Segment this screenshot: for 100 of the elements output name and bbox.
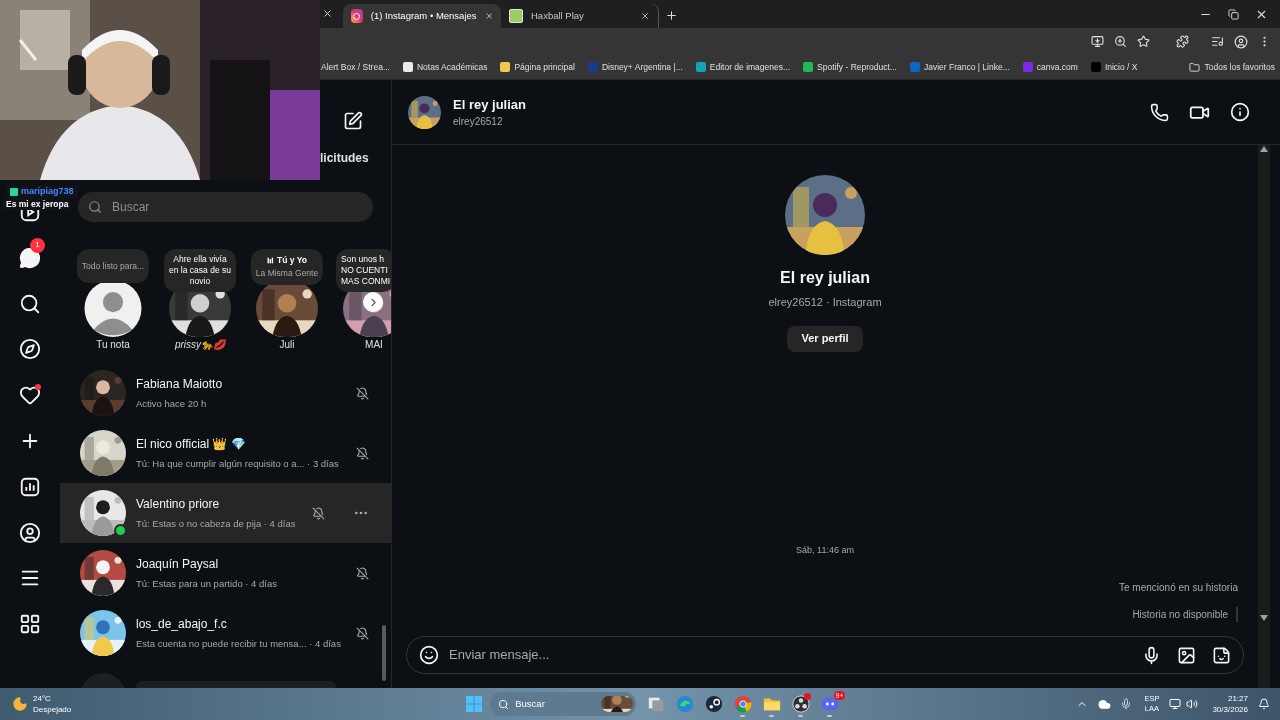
song-artist: La Misma Gente xyxy=(255,266,319,280)
scroll-down-icon[interactable] xyxy=(1260,615,1268,621)
network-icon[interactable] xyxy=(1169,698,1182,710)
app-icon[interactable] xyxy=(704,695,723,713)
scrollbar[interactable] xyxy=(1258,145,1270,688)
weather-temperature[interactable]: 24°C xyxy=(33,693,72,704)
close-icon[interactable] xyxy=(1255,8,1268,21)
note-text: Ahre ella vivía xyxy=(173,254,227,265)
note-text: en la casa de su xyxy=(169,265,231,276)
note-bubble[interactable]: Son unos h NO CUENTI MAS CONMI xyxy=(336,249,391,292)
close-icon[interactable] xyxy=(640,11,650,21)
bookmark[interactable]: Notas Académicas xyxy=(403,60,488,74)
story-mention-label: Te mencionó en su historia xyxy=(1119,581,1238,595)
apps-icon[interactable] xyxy=(19,613,41,636)
user-icon xyxy=(10,187,18,196)
contact-name: los_de_abajo_f.c xyxy=(136,615,228,633)
requests-tab[interactable]: licitudes xyxy=(320,149,391,167)
message-timestamp: Sáb, 11:46 am xyxy=(796,543,854,557)
emoji-icon[interactable] xyxy=(419,645,439,665)
close-icon[interactable] xyxy=(484,11,493,21)
app-icon[interactable] xyxy=(791,695,810,713)
scrollbar-thumb[interactable] xyxy=(382,625,386,681)
taskbar-search-input[interactable]: Buscar xyxy=(515,696,586,712)
compass-icon[interactable] xyxy=(19,338,41,361)
new-tab-icon[interactable] xyxy=(665,9,678,22)
volume-icon[interactable] xyxy=(1186,698,1199,710)
bookmark[interactable]: Spotify - Reproduct... xyxy=(803,60,897,74)
note-text: novio xyxy=(189,276,211,287)
favicon-icon xyxy=(509,9,523,23)
conversation-item[interactable]: Valentino priore Tú: Estas o no cabeza de pija · 4 días xyxy=(60,483,391,543)
chat-username-text: maripiag738 xyxy=(21,185,74,198)
note-author: MAI xyxy=(365,338,383,352)
sticker-icon[interactable] xyxy=(1212,645,1231,665)
browser-tab[interactable]: (1) Instagram • Mensajes xyxy=(343,4,501,28)
bookmark[interactable]: canva.com xyxy=(1022,60,1078,74)
note-text: NO CUENTI xyxy=(341,265,388,276)
all-bookmarks-button[interactable]: Todos los favoritos xyxy=(1189,60,1275,74)
contact-name: Joaquín Paysal xyxy=(136,555,220,573)
zoom-icon[interactable] xyxy=(1114,35,1127,48)
search-bar[interactable]: Buscar xyxy=(78,192,373,222)
conversation-item[interactable]: Joaquín Paysal Tú: Estas para un partido · 4 días xyxy=(60,543,391,603)
heart-icon[interactable] xyxy=(19,384,41,407)
profile-icon[interactable] xyxy=(1234,34,1248,49)
bookmark[interactable]: Disney+ Argentina |... xyxy=(587,60,683,74)
note-bubble[interactable]: Todo listo para... xyxy=(76,249,150,283)
contact-name: Fabiana Maiotto xyxy=(136,375,224,393)
chart-icon[interactable] xyxy=(19,475,41,498)
bookmark[interactable]: Alert Box / Strea... xyxy=(321,60,390,74)
message-preview: Tú: Estas o no cabeza de pija · 4 días xyxy=(136,516,297,531)
extensions-icon[interactable] xyxy=(1176,35,1189,48)
running-indicator xyxy=(798,715,804,717)
image-icon[interactable] xyxy=(1177,645,1196,665)
cloud-icon[interactable] xyxy=(1098,697,1112,711)
media-icon[interactable] xyxy=(1211,35,1224,48)
message-preview: Activo hace 20 h xyxy=(136,396,208,411)
conversation-item[interactable]: El nico official 👑 💎 Tú: Ha que cumplir algún requisito o a... · 3 días xyxy=(60,423,391,483)
clock-date[interactable]: 30/3/2026 xyxy=(1212,704,1248,715)
messages-icon[interactable] xyxy=(19,246,41,269)
bookmark[interactable]: Javier Franco | Linke... xyxy=(909,60,1010,74)
search-icon xyxy=(498,698,510,710)
default-avatar-icon[interactable] xyxy=(82,280,144,337)
microphone-icon[interactable] xyxy=(1142,645,1161,665)
note-bubble[interactable]: Ahre ella vivía en la casa de su novio xyxy=(164,249,236,292)
folder-icon xyxy=(1189,61,1201,73)
conversation-item[interactable]: Fabiana Maiotto Activo hace 20 h xyxy=(60,363,391,423)
contact-name: Valentino priore xyxy=(136,495,221,513)
conversation-item[interactable]: los_de_abajo_f.c Esta cuenta no puede recibir tu mensa... · 4 días xyxy=(60,603,391,663)
compose-icon[interactable] xyxy=(343,111,363,131)
music-bars-icon xyxy=(267,256,275,264)
note-bubble[interactable]: Tú y Yo La Misma Gente xyxy=(250,249,324,285)
profile-subtitle: elrey26512 · Instagram xyxy=(768,295,882,310)
note-author: Tu nota xyxy=(96,338,130,352)
info-icon[interactable] xyxy=(1230,102,1250,122)
clock-time[interactable]: 21:27 xyxy=(1227,693,1248,704)
view-profile-button[interactable]: Ver perfil xyxy=(787,325,863,352)
message-field[interactable]: Enviar mensaje... xyxy=(449,645,1132,665)
search-icon xyxy=(88,200,102,214)
bookmark[interactable]: Página principal xyxy=(500,60,575,74)
camera-icon xyxy=(351,9,363,23)
close-icon[interactable] xyxy=(322,8,333,19)
install-icon[interactable] xyxy=(1091,35,1104,48)
chat-contact-name[interactable]: El rey julian xyxy=(453,94,1138,115)
taskbar-search-field[interactable]: Buscar xyxy=(490,692,637,716)
scroll-up-icon[interactable] xyxy=(1260,146,1268,152)
search-field[interactable]: Buscar xyxy=(112,198,363,216)
search-icon[interactable] xyxy=(19,292,41,315)
phone-icon[interactable] xyxy=(1150,102,1169,122)
bookmark-star-icon[interactable] xyxy=(1137,35,1150,48)
note-author: prissy🐆💋 xyxy=(174,338,226,352)
song-title: Tú y Yo xyxy=(277,254,307,267)
note-author: Juli xyxy=(279,338,295,352)
bookmark[interactable]: Inicio / X xyxy=(1090,60,1138,74)
note-text: Son unos h xyxy=(341,254,384,265)
message-preview: Tú: Ha que cumplir algún requisito o a... · 3 días xyxy=(136,456,340,471)
weather-condition[interactable]: Despejado xyxy=(33,704,72,715)
moon-icon xyxy=(12,696,28,712)
restore-icon[interactable] xyxy=(1228,9,1239,20)
running-indicator xyxy=(740,715,746,717)
notifications-icon[interactable] xyxy=(1258,698,1270,710)
bookmark[interactable]: Editor de imagenes... xyxy=(695,60,791,74)
